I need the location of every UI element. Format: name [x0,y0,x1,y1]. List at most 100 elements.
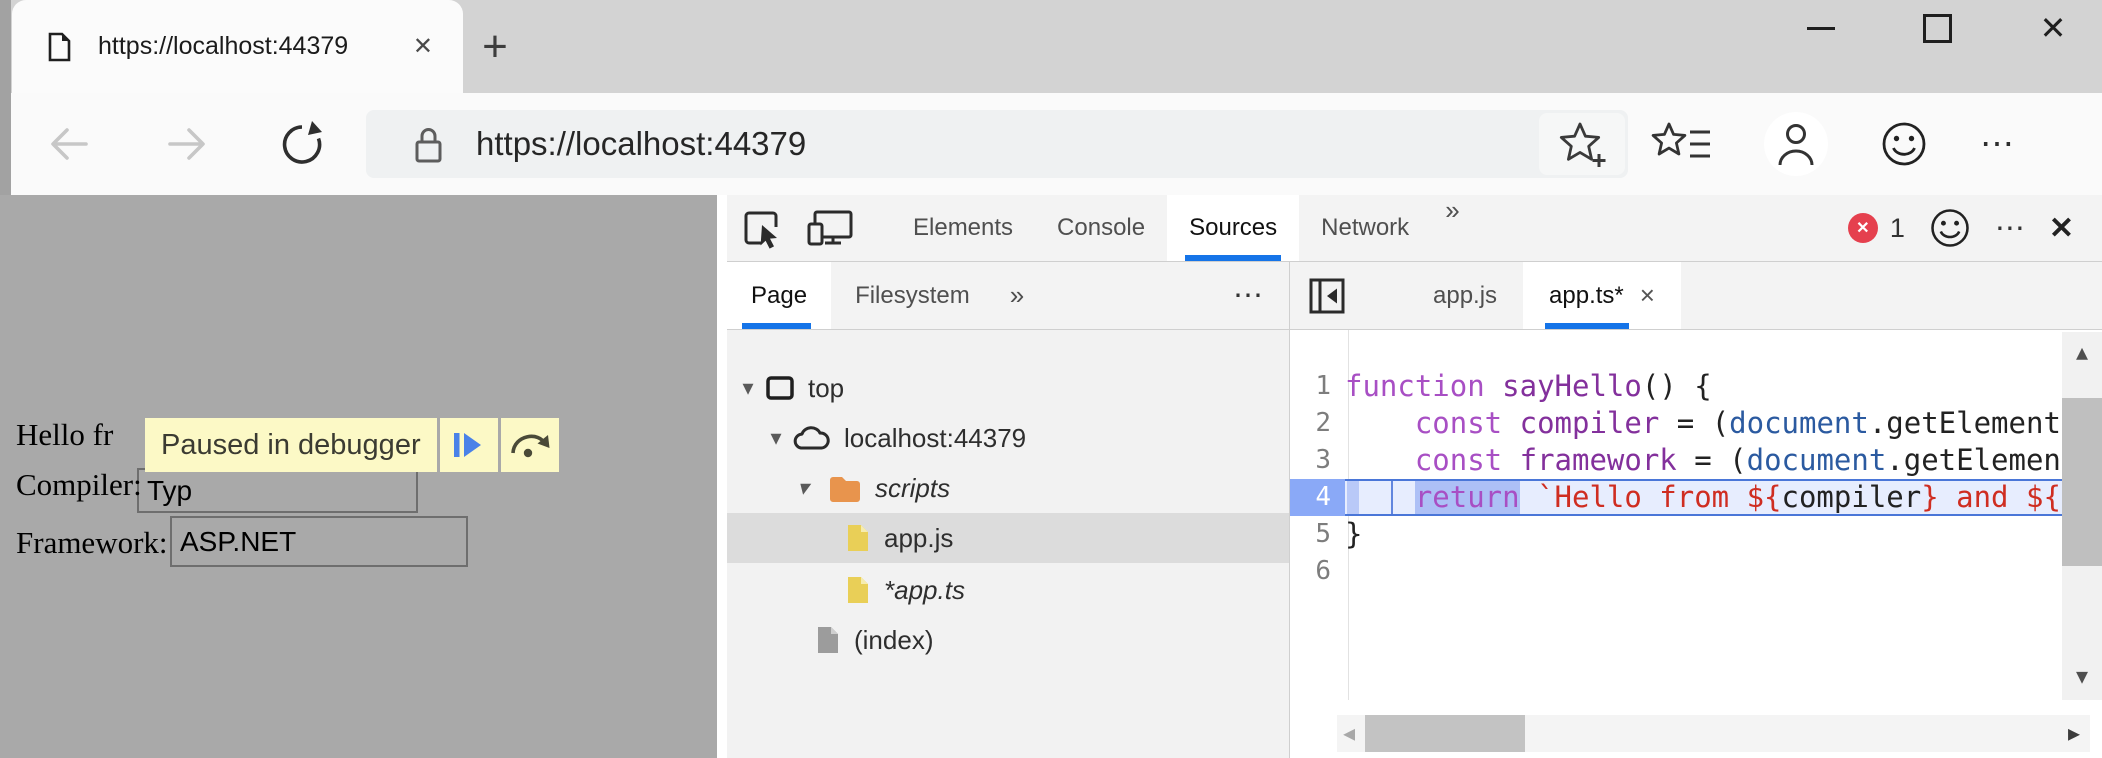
vertical-scroll-thumb[interactable] [2062,398,2102,566]
devtools-panel: Elements Console Sources Network » ✕ 1 ⋯… [727,195,2102,758]
tree-label: scripts [875,473,950,504]
lock-icon [410,122,446,166]
close-icon: ✕ [2040,12,2067,44]
browser-titlebar: https://localhost:44379 ✕ + ✕ [0,0,2102,93]
scroll-up-arrow[interactable]: ▲ [2062,340,2102,364]
expand-arrow-icon[interactable]: ▾ [790,475,816,501]
forward-button[interactable] [162,120,214,168]
scroll-right-arrow[interactable]: ▶ [2068,715,2080,752]
toolbar-right-icons: ⋯ [1650,93,2018,195]
window-controls: ✕ [1804,8,2070,48]
line-number-paused[interactable]: 4 [1290,479,1345,516]
hub-favorites-icon[interactable] [1650,118,1712,170]
expand-arrow-icon[interactable]: ▾ [763,425,789,451]
scroll-left-arrow[interactable]: ◀ [1343,715,1355,752]
browser-tab[interactable]: https://localhost:44379 ✕ [12,0,463,93]
framework-label: Framework: [16,525,168,561]
tree-label: *app.ts [884,575,965,606]
devtools-feedback-icon[interactable] [1929,207,1971,249]
nav-tab-page[interactable]: Page [727,262,831,329]
code-line-5[interactable]: 5 } [1290,516,2062,553]
tree-item-scripts[interactable]: ▾ scripts [727,463,1289,513]
editor-tab-appts-label: app.ts* [1549,282,1624,310]
tree-item-top[interactable]: ▾ top [727,363,1289,413]
devtools-close-button[interactable]: ✕ [2049,211,2074,246]
profile-button[interactable] [1764,112,1828,176]
code-line-3[interactable]: 3 const framework = (document.getElement [1290,442,2062,479]
more-tabs-chevron[interactable]: » [1431,195,1473,261]
maximize-icon [1923,14,1952,43]
code-line-4-paused[interactable]: 4 return `Hello from ${compiler} and ${f [1290,479,2062,516]
compiler-input[interactable] [137,468,418,513]
tree-label: top [808,373,844,404]
tree-item-localhost[interactable]: ▾ localhost:44379 [727,413,1289,463]
editor-tab-appjs[interactable]: app.js [1407,262,1523,329]
inspect-element-icon[interactable] [739,206,783,250]
paused-statement-token: return [1415,480,1520,514]
line-number[interactable]: 5 [1290,516,1345,553]
page-greeting-text: Hello fr [16,417,113,453]
editor-tab-appts[interactable]: app.ts* × [1523,262,1681,329]
file-icon-yellow [845,574,871,606]
horizontal-scroll-thumb[interactable] [1365,715,1525,752]
tab-elements[interactable]: Elements [891,195,1035,261]
window-maximize-button[interactable] [1920,11,1954,45]
star-plus-icon [1554,116,1610,172]
expand-arrow-icon[interactable]: ▾ [735,375,761,401]
vertical-scrollbar[interactable]: ▲ ▼ [2062,332,2102,700]
minimize-icon [1807,27,1835,30]
tab-network[interactable]: Network [1299,195,1431,261]
horizontal-scrollbar[interactable]: ◀ ▶ [1337,715,2090,752]
toggle-sidebar-icon[interactable] [1307,276,1347,316]
tree-item-index[interactable]: (index) [727,615,1289,665]
line-number[interactable]: 6 [1290,553,1345,590]
tab-console[interactable]: Console [1035,195,1167,261]
frame-icon [765,375,795,401]
tab-close-button[interactable]: ✕ [405,28,441,65]
tree-label: (index) [854,625,933,656]
back-button[interactable] [42,120,94,168]
add-favorite-button[interactable] [1539,113,1625,175]
nav-more-chevron[interactable]: » [994,280,1040,311]
address-bar[interactable]: https://localhost:44379 [366,110,1628,178]
nav-tab-filesystem[interactable]: Filesystem [831,262,994,329]
window-minimize-button[interactable] [1804,11,1838,45]
person-icon [1775,121,1817,167]
web-page-content: Hello fr Compiler: Framework: Paused in … [0,195,717,758]
tree-label: localhost:44379 [844,423,1026,454]
resume-script-button[interactable] [440,418,498,472]
line-number[interactable]: 2 [1290,405,1345,442]
code-line-6[interactable]: 6 [1290,553,2062,590]
tree-item-appts[interactable]: *app.ts [727,565,1289,615]
error-badge-icon[interactable]: ✕ [1848,213,1878,243]
settings-more-button[interactable]: ⋯ [1980,124,2018,164]
refresh-button[interactable] [276,118,328,170]
tree-item-appjs[interactable]: app.js [727,513,1289,563]
page-devtools-divider[interactable] [717,195,727,758]
window-close-button[interactable]: ✕ [2036,11,2070,45]
code-editor[interactable]: 1 function sayHello() { 2 const compiler… [1290,330,2102,758]
devtools-toolbar: Elements Console Sources Network » ✕ 1 ⋯… [727,195,2102,262]
window-edge [0,0,11,195]
code-line-1[interactable]: 1 function sayHello() { [1290,368,2062,405]
scroll-down-arrow[interactable]: ▼ [2062,664,2102,688]
editor-tab-strip: app.js app.ts* × [1290,262,2102,330]
url-text[interactable]: https://localhost:44379 [476,125,1539,163]
code-line-2[interactable]: 2 const compiler = (document.getElementB [1290,405,2062,442]
devtools-toolbar-right: ✕ 1 ⋯ ✕ [1848,207,2102,249]
page-doc-icon [46,31,72,63]
device-emulation-icon[interactable] [805,207,855,249]
line-number[interactable]: 1 [1290,368,1345,405]
framework-input[interactable] [170,516,468,567]
cloud-icon [791,424,831,452]
step-over-button[interactable] [501,418,559,472]
tab-sources[interactable]: Sources [1167,195,1299,261]
line-number[interactable]: 3 [1290,442,1345,479]
devtools-tabs: Elements Console Sources Network » [891,195,1474,261]
devtools-more-options[interactable]: ⋯ [1995,211,2025,246]
feedback-smiley-icon[interactable] [1880,120,1928,168]
editor-tab-close-icon[interactable]: × [1640,280,1655,311]
error-count[interactable]: 1 [1890,213,1905,244]
nav-overflow-menu[interactable]: ⋯ [1233,278,1289,313]
new-tab-button[interactable]: + [468,22,522,72]
